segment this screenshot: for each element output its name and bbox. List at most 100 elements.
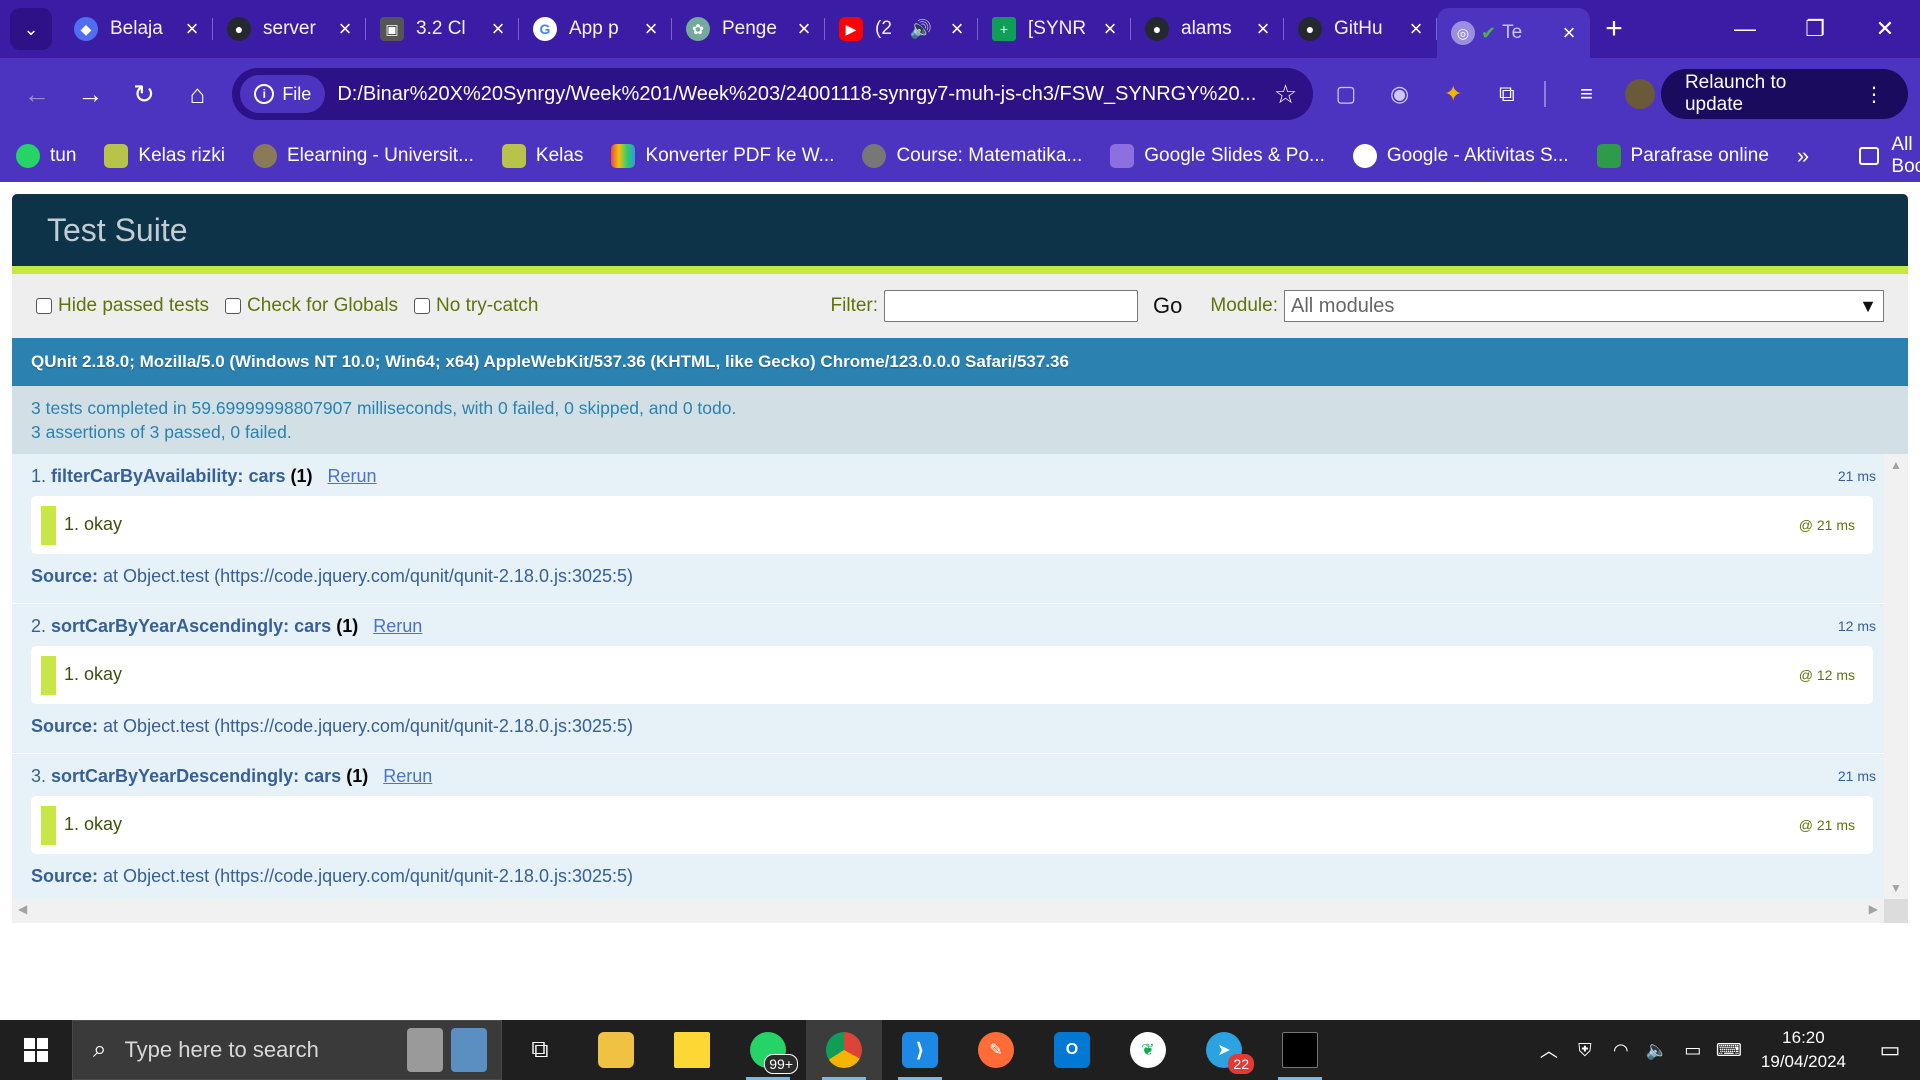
close-icon[interactable]: ×: [1558, 20, 1580, 46]
close-icon[interactable]: ×: [1252, 16, 1274, 42]
bookmark-star-icon[interactable]: ☆: [1274, 79, 1297, 110]
close-icon[interactable]: ×: [640, 16, 662, 42]
sticky-notes-app[interactable]: [654, 1020, 730, 1080]
go-button[interactable]: Go: [1153, 293, 1182, 319]
rerun-link[interactable]: Rerun: [328, 466, 377, 486]
vertical-scrollbar[interactable]: ▲ ▼: [1884, 454, 1908, 899]
extensions-puzzle-icon[interactable]: ⧉: [1486, 73, 1528, 115]
color-wheel-icon[interactable]: ✦: [1432, 73, 1474, 115]
test-name: cars: [294, 616, 332, 636]
speaker-icon[interactable]: 🔊: [910, 19, 932, 40]
postman-app[interactable]: ✎: [958, 1020, 1034, 1080]
keyboard-icon[interactable]: ⌨: [1711, 1040, 1747, 1061]
tab-4[interactable]: ✿ Penge ×: [672, 8, 825, 50]
bookmark-2[interactable]: Elearning - Universit...: [253, 144, 474, 168]
security-shield-icon[interactable]: ⛨: [1567, 1040, 1603, 1061]
camera-icon[interactable]: ◉: [1379, 73, 1421, 115]
tab-search-button[interactable]: ⌄: [10, 8, 52, 50]
close-icon[interactable]: ×: [487, 16, 509, 42]
clock[interactable]: 16:20 19/04/2024: [1761, 1026, 1846, 1074]
restore-icon[interactable]: ❐: [1780, 16, 1850, 42]
tab-7[interactable]: ● alams ×: [1131, 8, 1284, 50]
filter-input[interactable]: [884, 290, 1139, 322]
outlook-app[interactable]: O: [1034, 1020, 1110, 1080]
new-tab-button[interactable]: +: [1590, 12, 1638, 46]
tab-0[interactable]: ◆ Belaja ×: [60, 8, 213, 50]
test-header[interactable]: 1. filterCarByAvailability: cars (1) Rer…: [31, 466, 377, 487]
url-text[interactable]: D:/Binar%20X%20Synrgy/Week%201/Week%203/…: [337, 83, 1265, 106]
scroll-left-icon[interactable]: ◀: [18, 902, 27, 916]
check-globals-checkbox[interactable]: [225, 298, 242, 314]
vscode-app[interactable]: ⟩: [882, 1020, 958, 1080]
mongodb-compass-app[interactable]: ❦: [1110, 1020, 1186, 1080]
horizontal-scrollbar[interactable]: ◀ ▶: [12, 899, 1884, 923]
check-globals-option[interactable]: Check for Globals: [225, 295, 398, 317]
start-button[interactable]: [0, 1020, 72, 1080]
scroll-right-icon[interactable]: ▶: [1869, 902, 1878, 916]
tab-5[interactable]: ▶ (2 🔊 ×: [825, 8, 978, 50]
google-icon: [1352, 144, 1377, 168]
bookmark-7[interactable]: Google - Aktivitas S...: [1352, 144, 1569, 168]
taskbar-search[interactable]: ⌕ Type here to search: [72, 1020, 502, 1080]
task-view-button[interactable]: ⧉: [502, 1020, 578, 1080]
battery-icon[interactable]: ▭: [1675, 1040, 1711, 1061]
notifications-icon[interactable]: ▭: [1860, 1037, 1920, 1063]
classroom-icon: ▣: [380, 17, 404, 41]
chrome-app[interactable]: [806, 1020, 882, 1080]
whatsapp-app[interactable]: 99+: [730, 1020, 806, 1080]
test-header[interactable]: 2. sortCarByYearAscendingly: cars (1) Re…: [31, 616, 422, 637]
volume-icon[interactable]: 🔈: [1639, 1040, 1675, 1061]
address-bar[interactable]: i File D:/Binar%20X%20Synrgy/Week%201/We…: [232, 68, 1314, 120]
tab-1[interactable]: ● server ×: [213, 8, 366, 50]
github-icon: ●: [227, 17, 251, 41]
module-select[interactable]: All modules ▼: [1284, 290, 1884, 322]
close-window-icon[interactable]: ✕: [1850, 16, 1920, 42]
close-icon[interactable]: ×: [946, 16, 968, 42]
close-icon[interactable]: ×: [1099, 16, 1121, 42]
no-try-catch-option[interactable]: No try-catch: [414, 295, 538, 317]
bookmark-5[interactable]: Course: Matematika...: [862, 144, 1082, 168]
hide-passed-checkbox[interactable]: [36, 298, 52, 314]
bookmark-8[interactable]: Parafrase online: [1596, 144, 1769, 168]
site-info-chip[interactable]: i File: [240, 75, 326, 113]
close-icon[interactable]: ×: [793, 16, 815, 42]
scroll-down-icon[interactable]: ▼: [1884, 881, 1908, 895]
test-header[interactable]: 3. sortCarByYearDescendingly: cars (1) R…: [31, 766, 432, 787]
chevron-up-icon[interactable]: ︿: [1531, 1037, 1567, 1063]
tab-8[interactable]: ● GitHu ×: [1284, 8, 1437, 50]
bookmark-6[interactable]: Google Slides & Po...: [1110, 144, 1325, 168]
tab-3[interactable]: G App p ×: [519, 8, 672, 50]
bookmark-0[interactable]: tun: [16, 144, 76, 168]
page-title[interactable]: Test Suite: [47, 212, 188, 249]
file-explorer-app[interactable]: [578, 1020, 654, 1080]
bookmark-3[interactable]: Kelas: [501, 144, 583, 168]
all-bookmarks-button[interactable]: All Bookmarks: [1859, 134, 1920, 178]
tab-2[interactable]: ▣ 3.2 Cl ×: [366, 8, 519, 50]
rerun-link[interactable]: Rerun: [383, 766, 432, 786]
scroll-up-icon[interactable]: ▲: [1884, 458, 1908, 472]
more-bookmarks-icon[interactable]: »: [1797, 143, 1809, 169]
close-icon[interactable]: ×: [334, 16, 356, 42]
close-icon[interactable]: ×: [1405, 16, 1427, 42]
back-arrow-icon[interactable]: ←: [12, 69, 62, 119]
relaunch-to-update-button[interactable]: Relaunch to update ⋮: [1660, 69, 1909, 119]
assertion-message: 1. okay: [64, 814, 123, 834]
profile-avatar[interactable]: [1619, 73, 1661, 115]
bookmark-1[interactable]: Kelas rizki: [104, 144, 225, 168]
forward-arrow-icon[interactable]: →: [66, 69, 116, 119]
bookmark-4[interactable]: Konverter PDF ke W...: [611, 144, 834, 168]
tab-6[interactable]: + [SYNR ×: [978, 8, 1131, 50]
no-try-catch-checkbox[interactable]: [414, 298, 431, 314]
hide-passed-option[interactable]: Hide passed tests: [36, 295, 209, 317]
tab-9-active[interactable]: ◎ ✔ Te ×: [1437, 8, 1590, 58]
minimize-icon[interactable]: —: [1710, 16, 1780, 42]
terminal-app[interactable]: [1262, 1020, 1338, 1080]
telegram-app[interactable]: ➤ 22: [1186, 1020, 1262, 1080]
reload-icon[interactable]: ↻: [119, 69, 169, 119]
home-icon[interactable]: ⌂: [173, 69, 223, 119]
rerun-link[interactable]: Rerun: [373, 616, 422, 636]
extension-square-icon[interactable]: ▢: [1325, 73, 1367, 115]
wifi-icon[interactable]: ◠: [1603, 1040, 1639, 1061]
media-queue-icon[interactable]: ≡: [1566, 73, 1608, 115]
close-icon[interactable]: ×: [181, 16, 203, 42]
